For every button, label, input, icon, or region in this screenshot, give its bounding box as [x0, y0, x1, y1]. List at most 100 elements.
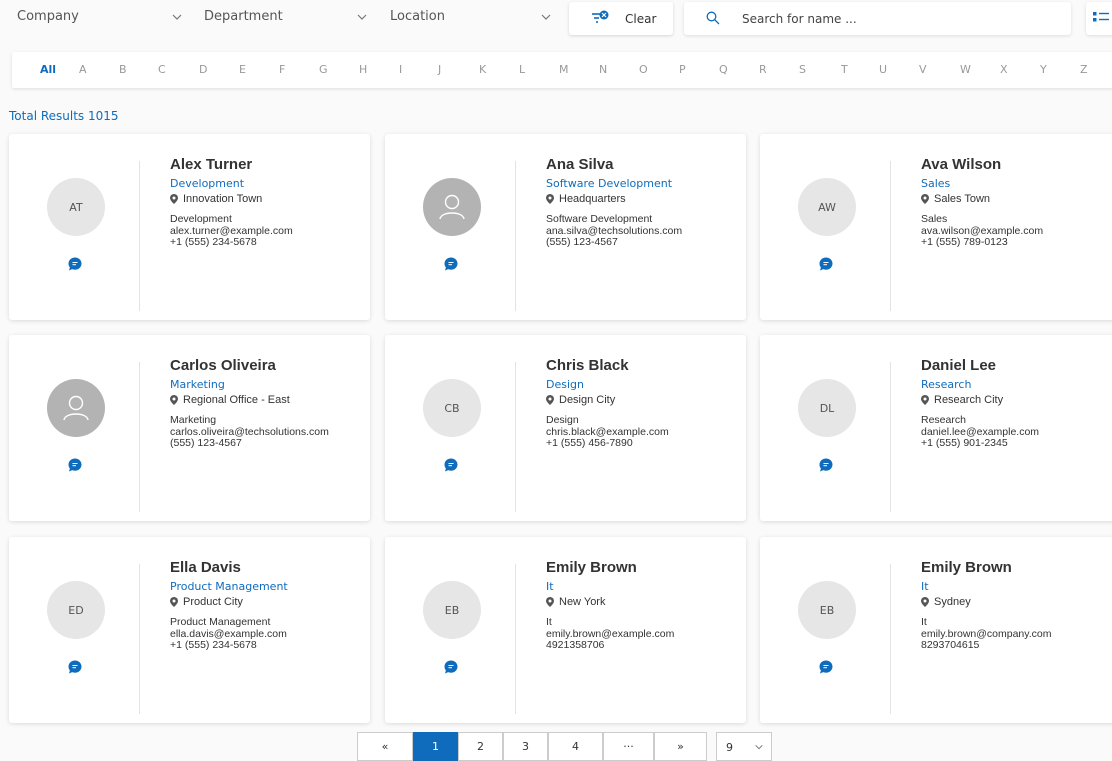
employee-details: Marketing carlos.oliveira@techsolutions.c… — [170, 414, 365, 450]
employee-card[interactable]: Ana Silva Software Development Headquarter… — [385, 134, 746, 320]
letter-filter-a[interactable]: A — [79, 63, 87, 76]
employee-card[interactable]: EB Emily Brown It New York It emily.brown@exa… — [385, 537, 746, 723]
avatar: AT — [47, 178, 105, 236]
employee-location-text: Product City — [183, 596, 243, 608]
employee-detail-department: It — [546, 616, 552, 628]
letter-filter-l[interactable]: L — [519, 63, 525, 76]
employee-detail-department: Software Development — [546, 213, 653, 225]
letter-filter-y[interactable]: Y — [1040, 63, 1047, 76]
employee-card[interactable]: ED Ella Davis Product Management Product Ci… — [9, 537, 370, 723]
employee-department: Product Management — [170, 580, 288, 593]
letter-filter-b[interactable]: B — [119, 63, 127, 76]
card-divider — [139, 564, 140, 714]
employee-department: Research — [921, 378, 972, 391]
employee-phone: (555) 123-4567 — [546, 236, 618, 248]
chat-icon[interactable] — [68, 257, 82, 271]
avatar-initials: CB — [444, 401, 460, 415]
letter-filter-s[interactable]: S — [799, 63, 806, 76]
avatar-initials: EB — [819, 603, 835, 617]
employee-detail-department: It — [921, 616, 927, 628]
chat-icon[interactable] — [819, 458, 833, 472]
letter-filter-e[interactable]: E — [239, 63, 246, 76]
employee-card[interactable]: AW Ava Wilson Sales Sales Town Sales ava.wils… — [760, 134, 1112, 320]
location-pin-icon — [170, 194, 178, 204]
letter-filter-t[interactable]: T — [841, 63, 848, 76]
search-input[interactable] — [742, 9, 1042, 29]
letter-filter-n[interactable]: N — [599, 63, 607, 76]
location-pin-icon — [921, 597, 929, 607]
employee-card[interactable]: DL Daniel Lee Research Research City Researc… — [760, 335, 1112, 521]
letter-filter-p[interactable]: P — [679, 63, 686, 76]
chat-icon[interactable] — [444, 660, 458, 674]
letter-filter-i[interactable]: I — [399, 63, 402, 76]
company-dropdown[interactable]: Company — [17, 0, 187, 36]
department-dropdown[interactable]: Department — [204, 0, 374, 36]
page-button-1[interactable]: 1 — [413, 732, 458, 761]
letter-filter-w[interactable]: W — [960, 63, 971, 76]
letter-filter-h[interactable]: H — [359, 63, 367, 76]
next-pages-button[interactable]: » — [654, 732, 707, 761]
location-dropdown[interactable]: Location — [390, 0, 560, 36]
letter-filter-j[interactable]: J — [438, 63, 441, 76]
employee-details: Design chris.black@example.com +1 (555) 45… — [546, 414, 741, 450]
clear-filters-button[interactable]: Clear — [569, 2, 673, 35]
clear-filters-label: Clear — [625, 12, 657, 26]
view-toggle-button[interactable] — [1086, 2, 1112, 35]
search-box[interactable] — [684, 2, 1071, 35]
chat-icon[interactable] — [444, 458, 458, 472]
employee-location-text: Headquarters — [559, 193, 626, 205]
employee-name: Chris Black — [546, 357, 629, 374]
chat-icon[interactable] — [819, 257, 833, 271]
letter-filter-c[interactable]: C — [158, 63, 166, 76]
employee-name: Daniel Lee — [921, 357, 997, 374]
letter-filter-o[interactable]: O — [639, 63, 648, 76]
letter-filter-k[interactable]: K — [479, 63, 486, 76]
location-pin-icon — [921, 395, 929, 405]
employee-detail-department: Research — [921, 414, 966, 426]
chat-icon[interactable] — [444, 257, 458, 271]
card-divider — [139, 161, 140, 311]
avatar: CB — [423, 379, 481, 437]
letter-filter-m[interactable]: M — [559, 63, 569, 76]
letter-filter-g[interactable]: G — [319, 63, 328, 76]
page-number: 3 — [522, 740, 529, 753]
location-pin-icon — [546, 597, 554, 607]
card-divider — [139, 362, 140, 512]
employee-department: Marketing — [170, 378, 225, 391]
card-divider — [515, 161, 516, 311]
page-button-4[interactable]: 4 — [548, 732, 603, 761]
employee-location: Research City — [921, 394, 1003, 406]
employee-card[interactable]: CB Chris Black Design Design City Design chri… — [385, 335, 746, 521]
employee-details: Sales ava.wilson@example.com +1 (555) 789-… — [921, 213, 1112, 249]
employee-location-text: Innovation Town — [183, 193, 263, 205]
more-pages-button[interactable]: ··· — [603, 732, 654, 761]
employee-phone: +1 (555) 456-7890 — [546, 437, 633, 449]
letter-filter-d[interactable]: D — [199, 63, 207, 76]
employee-card[interactable]: EB Emily Brown It Sydney It emily.brown@compa… — [760, 537, 1112, 723]
chevron-down-icon — [541, 14, 551, 20]
employee-card[interactable]: Carlos Oliveira Marketing Regional Office … — [9, 335, 370, 521]
letter-filter-r[interactable]: R — [759, 63, 767, 76]
letter-filter-f[interactable]: F — [279, 63, 285, 76]
page-size-select[interactable]: 9 — [716, 732, 772, 761]
letter-filter-q[interactable]: Q — [719, 63, 728, 76]
employee-department: Software Development — [546, 177, 673, 190]
employee-details: Product Management ella.davis@example.com… — [170, 616, 365, 652]
letter-filter-u[interactable]: U — [879, 63, 887, 76]
letter-filter-x[interactable]: X — [1000, 63, 1008, 76]
chat-icon[interactable] — [819, 660, 833, 674]
letter-filter-z[interactable]: Z — [1080, 63, 1088, 76]
employee-location: New York — [546, 596, 605, 608]
page-button-3[interactable]: 3 — [503, 732, 548, 761]
location-pin-icon — [170, 395, 178, 405]
employee-name: Ana Silva — [546, 156, 614, 173]
chat-icon[interactable] — [68, 458, 82, 472]
page-button-2[interactable]: 2 — [458, 732, 503, 761]
chevron-down-icon — [755, 744, 763, 750]
letter-filter-v[interactable]: V — [919, 63, 927, 76]
letter-filter-all[interactable]: All — [40, 63, 56, 76]
avatar-initials: ED — [68, 603, 84, 617]
employee-card[interactable]: AT Alex Turner Development Innovation Town D… — [9, 134, 370, 320]
chat-icon[interactable] — [68, 660, 82, 674]
first-page-button[interactable]: « — [357, 732, 413, 761]
